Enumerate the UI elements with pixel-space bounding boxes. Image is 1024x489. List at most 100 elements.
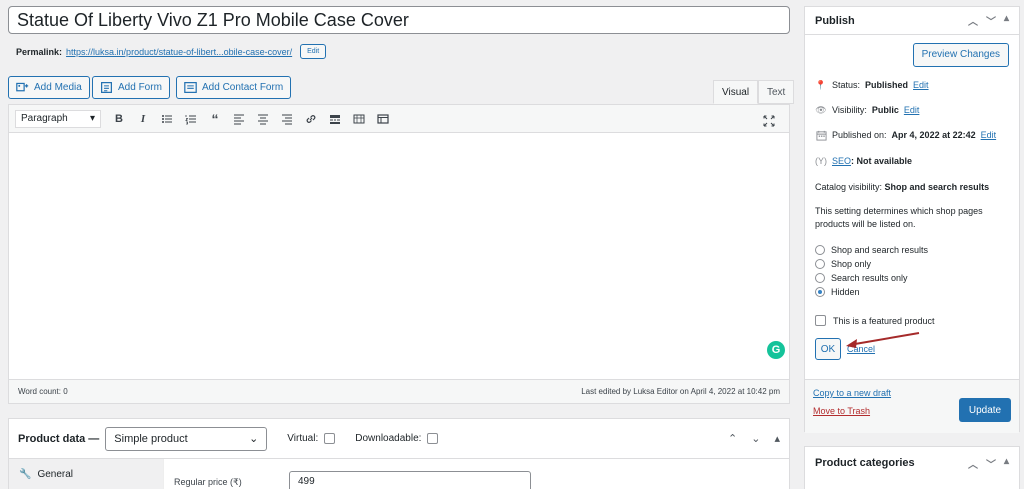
toolbar-toggle-icon[interactable] <box>347 109 371 129</box>
seo-link[interactable]: SEO <box>832 156 851 166</box>
status-row: 📍 Status: Published Edit <box>815 79 929 91</box>
downloadable-label: Downloadable: <box>355 433 422 444</box>
radio-hidden[interactable]: Hidden <box>815 285 928 299</box>
chevron-up-icon[interactable]: ︿ <box>968 456 978 471</box>
product-data-title: Product data — <box>18 432 100 445</box>
editor-content-area[interactable]: G <box>9 133 789 379</box>
permalink-link[interactable]: https://luksa.in/product/statue-of-liber… <box>66 47 292 57</box>
catalog-label: Catalog visibility: <box>815 182 883 192</box>
italic-icon[interactable]: I <box>131 109 155 129</box>
option-label: Search results only <box>831 273 908 283</box>
radio-button[interactable] <box>815 259 825 269</box>
radio-button-selected[interactable] <box>815 287 825 297</box>
product-type-select[interactable]: Simple product ⌄ <box>105 426 268 451</box>
visibility-value: Public <box>871 105 899 115</box>
publish-box: Publish ︿ ﹀ ▴ Preview Changes 📍 Status: … <box>804 6 1020 433</box>
form-icon <box>101 82 112 93</box>
product-categories-header: Product categories ︿ ﹀ ▴ <box>805 447 1019 479</box>
radio-button[interactable] <box>815 245 825 255</box>
status-value: Published <box>865 80 909 90</box>
tab-visual[interactable]: Visual <box>713 80 759 104</box>
downloadable-checkbox[interactable] <box>427 433 439 444</box>
publish-title: Publish <box>815 14 855 27</box>
move-to-trash-link[interactable]: Move to Trash <box>813 406 870 416</box>
media-icon <box>16 82 29 92</box>
align-left-icon[interactable] <box>227 109 251 129</box>
post-title-input[interactable]: Statue Of Liberty Vivo Z1 Pro Mobile Cas… <box>8 6 790 34</box>
bold-icon[interactable]: B <box>107 109 131 129</box>
add-contact-form-button[interactable]: Add Contact Form <box>176 76 292 99</box>
pin-icon: 📍 <box>815 79 827 90</box>
option-label: Shop and search results <box>831 245 929 255</box>
add-contact-form-label: Add Contact Form <box>202 82 284 93</box>
align-center-icon[interactable] <box>251 109 275 129</box>
blockquote-icon[interactable]: “ <box>203 109 227 129</box>
add-media-label: Add Media <box>34 82 82 93</box>
triangle-up-icon[interactable]: ▴ <box>1004 456 1009 471</box>
grammarly-icon[interactable]: G <box>767 341 785 359</box>
add-form-button[interactable]: Add Form <box>92 76 170 99</box>
tab-general-label: General <box>37 469 74 480</box>
featured-checkbox[interactable] <box>815 315 826 326</box>
annotation-arrow-icon <box>846 332 920 348</box>
copy-to-draft-link[interactable]: Copy to a new draft <box>813 388 891 398</box>
content-editor: Paragraph ▾ B I “ G Word count: 0 Last e… <box>8 104 790 404</box>
radio-search-only[interactable]: Search results only <box>815 271 928 285</box>
product-type-value: Simple product <box>114 432 188 445</box>
catalog-value: Shop and search results <box>884 182 990 192</box>
link-icon[interactable] <box>299 109 323 129</box>
update-button[interactable]: Update <box>959 398 1011 422</box>
numbered-list-icon[interactable] <box>179 109 203 129</box>
triangle-up-icon[interactable]: ▴ <box>774 432 780 445</box>
publish-header: Publish ︿ ﹀ ▴ <box>805 7 1019 35</box>
visibility-edit-link[interactable]: Edit <box>904 105 920 115</box>
option-label: Hidden <box>831 287 860 297</box>
chevron-up-icon[interactable]: ︿ <box>968 13 978 28</box>
chevron-down-icon[interactable]: ﹀ <box>986 456 996 471</box>
product-data-controls: ⌃ ⌄ ▴ <box>728 432 780 445</box>
chevron-down-icon[interactable]: ⌄ <box>751 432 760 445</box>
radio-shop-and-search[interactable]: Shop and search results <box>815 243 928 257</box>
preview-changes-button[interactable]: Preview Changes <box>912 43 1009 67</box>
radio-button[interactable] <box>815 273 825 283</box>
eye-icon: 👁 <box>815 104 827 115</box>
bullet-list-icon[interactable] <box>155 109 179 129</box>
visibility-label: Visibility: <box>832 105 867 115</box>
regular-price-input[interactable]: 499 <box>289 471 531 489</box>
read-more-icon[interactable] <box>323 109 347 129</box>
product-data-box: Product data — Simple product ⌄ Virtual:… <box>8 418 790 489</box>
status-label: Status: <box>832 80 861 90</box>
align-right-icon[interactable] <box>275 109 299 129</box>
visibility-row: 👁 Visibility: Public Edit <box>815 104 919 116</box>
editor-toolbar: Paragraph ▾ B I “ <box>9 105 789 133</box>
format-select[interactable]: Paragraph ▾ <box>15 109 101 128</box>
product-data-header: Product data — Simple product ⌄ Virtual:… <box>9 419 789 459</box>
featured-product-row[interactable]: This is a featured product <box>815 315 935 326</box>
table-icon[interactable] <box>371 109 395 129</box>
chevron-up-icon[interactable]: ⌃ <box>728 432 737 445</box>
permalink-edit-button[interactable]: Edit <box>300 44 327 59</box>
published-on-label: Published on: <box>832 130 887 140</box>
yoast-icon: (Y) <box>815 156 827 166</box>
radio-shop-only[interactable]: Shop only <box>815 257 928 271</box>
triangle-up-icon[interactable]: ▴ <box>1004 13 1009 28</box>
contact-form-icon <box>184 82 197 93</box>
published-on-edit-link[interactable]: Edit <box>981 130 997 140</box>
ok-button[interactable]: OK <box>815 338 841 360</box>
tab-text[interactable]: Text <box>758 80 795 104</box>
product-data-tabs: 🔧 General <box>9 459 164 489</box>
status-edit-link[interactable]: Edit <box>913 80 929 90</box>
published-on-value: Apr 4, 2022 at 22:42 <box>891 130 976 140</box>
add-media-button[interactable]: Add Media <box>8 76 90 99</box>
fullscreen-icon[interactable] <box>757 111 781 131</box>
published-on-row: Published on: Apr 4, 2022 at 22:42 Edit <box>815 129 996 141</box>
chevron-down-icon[interactable]: ﹀ <box>986 13 996 28</box>
regular-price-label: Regular price (₹) <box>174 477 242 487</box>
caret-down-icon: ▾ <box>89 113 95 124</box>
product-categories-box: Product categories ︿ ﹀ ▴ <box>804 446 1020 489</box>
permalink-label: Permalink: <box>16 46 63 57</box>
tab-general[interactable]: 🔧 General <box>9 459 163 489</box>
editor-statusbar: Word count: 0 Last edited by Luksa Edito… <box>9 379 789 403</box>
virtual-checkbox[interactable] <box>324 433 336 444</box>
catalog-visibility-options: Shop and search results Shop only Search… <box>815 243 928 299</box>
